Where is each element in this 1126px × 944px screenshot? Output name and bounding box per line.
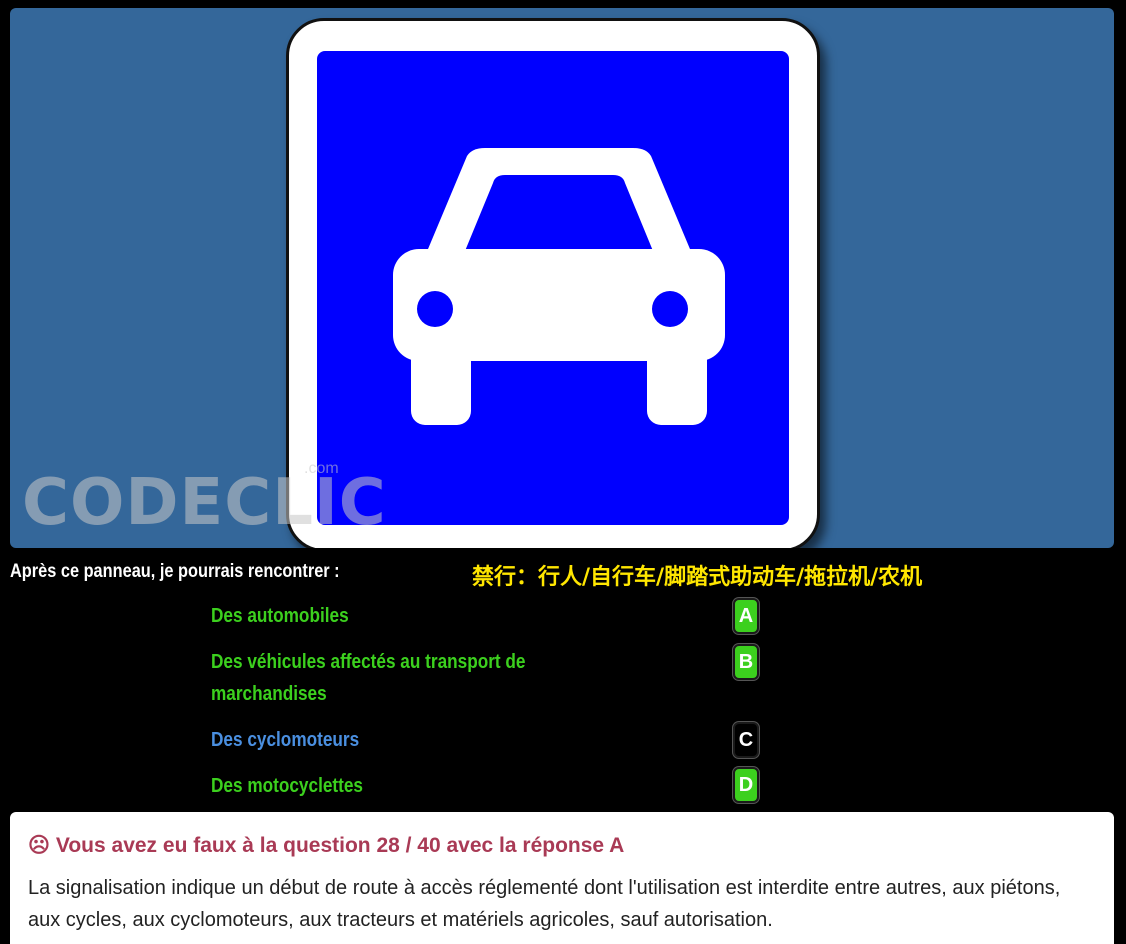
annotation-text: 禁行：行人/自行车/脚踏式助动车/拖拉机/农机: [472, 565, 923, 590]
frown-icon: ☹: [28, 834, 50, 857]
quiz-page: CODECLIC .com Après ce panneau, je pourr…: [0, 0, 1126, 944]
answer-a-text[interactable]: Des automobiles: [211, 600, 546, 632]
answer-c-text[interactable]: Des cyclomoteurs: [211, 724, 546, 756]
car-sign-blue-field: [317, 51, 789, 525]
answer-b-badge[interactable]: B: [733, 644, 759, 680]
question-text: Après ce panneau, je pourrais rencontrer…: [10, 561, 340, 582]
watermark-suffix: .com: [304, 460, 339, 477]
answer-a-badge[interactable]: A: [733, 598, 759, 634]
answer-d-badge[interactable]: D: [733, 767, 759, 803]
question-image-panel: CODECLIC .com: [10, 8, 1114, 548]
answer-c-badge[interactable]: C: [733, 722, 759, 758]
codeclic-watermark: CODECLIC .com: [22, 460, 386, 546]
feedback-box: ☹ Vous avez eu faux à la question 28 / 40…: [10, 812, 1114, 944]
answer-b-text[interactable]: Des véhicules affectés au transport de m…: [211, 646, 546, 710]
car-icon: [393, 148, 725, 425]
feedback-title-row: ☹ Vous avez eu faux à la question 28 / 40…: [28, 833, 624, 858]
feedback-title: Vous avez eu faux à la question 28 / 40 …: [55, 834, 625, 857]
feedback-explanation: La signalisation indique un début de rou…: [28, 877, 1061, 931]
answer-d-text[interactable]: Des motocyclettes: [211, 770, 546, 802]
